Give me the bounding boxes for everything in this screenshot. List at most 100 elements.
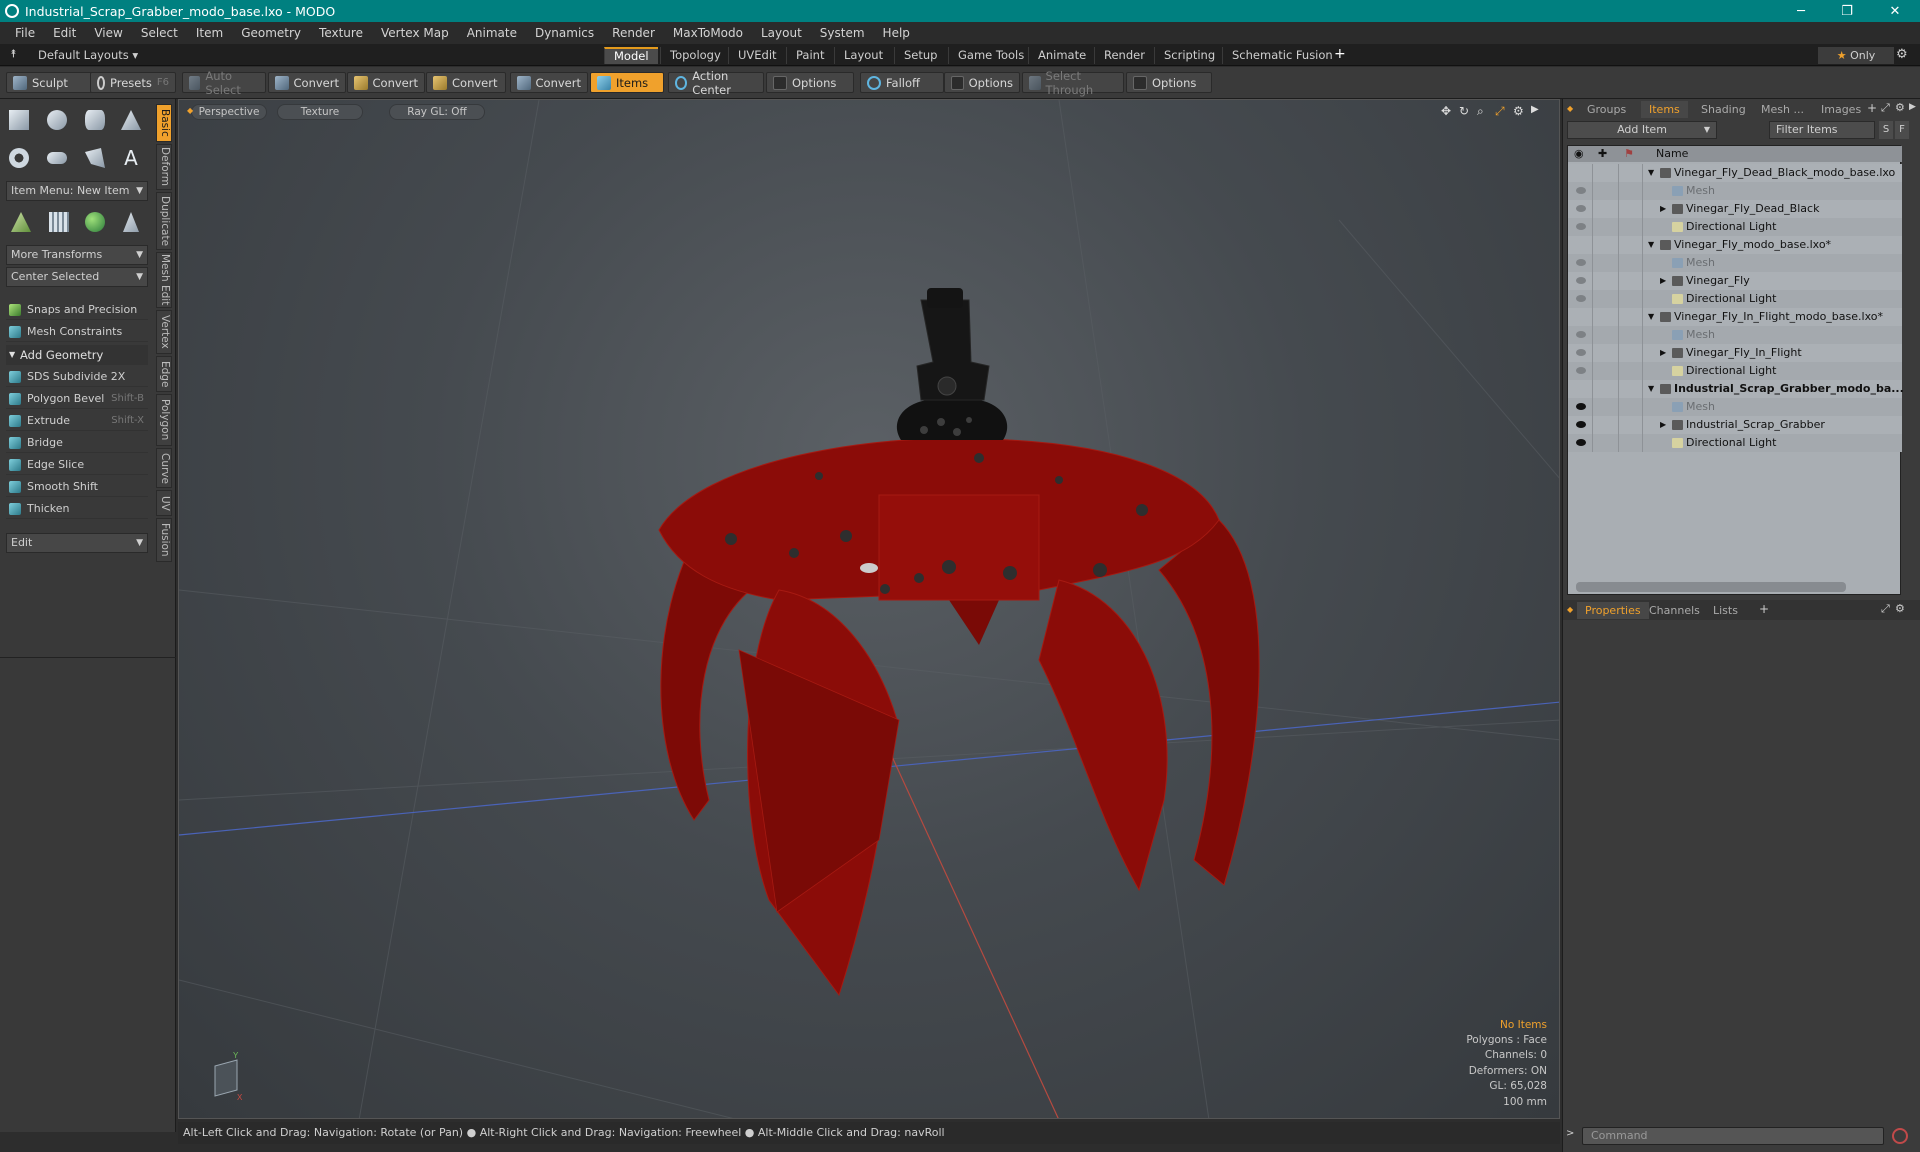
menu-geometry[interactable]: Geometry — [232, 26, 310, 40]
list-item[interactable]: ▼ Vinegar_Fly_modo_base.lxo* — [1568, 236, 1902, 254]
mesh-constraints-button[interactable]: Mesh Constraints — [6, 322, 148, 342]
select-through-options-button[interactable]: Options — [1126, 72, 1212, 93]
horizontal-scrollbar[interactable] — [1576, 582, 1846, 592]
convert-polygons-button[interactable]: Convert — [426, 72, 506, 93]
command-arrow-icon[interactable]: > — [1566, 1128, 1574, 1139]
eye-icon[interactable] — [1576, 205, 1586, 212]
eye-icon[interactable] — [1576, 349, 1586, 356]
tab-items[interactable]: Items — [1641, 101, 1688, 118]
action-center-options-button[interactable]: Options — [766, 72, 854, 93]
convert-items-button[interactable]: Convert — [510, 72, 588, 93]
expand-arrow-icon[interactable]: ▶ — [1531, 104, 1539, 115]
viewport-settings-icon[interactable]: ⚙ — [1513, 104, 1524, 118]
list-item[interactable]: Directional Light — [1568, 218, 1902, 236]
more-transforms-dropdown[interactable]: More Transforms ▼ — [6, 245, 148, 265]
expand-panel-icon[interactable]: ⤢ — [1881, 602, 1890, 616]
sds-subdivide-button[interactable]: SDS Subdivide 2X — [6, 367, 148, 387]
eye-icon[interactable] — [1576, 295, 1586, 302]
tab-groups[interactable]: Groups — [1579, 101, 1634, 118]
tab-topology[interactable]: Topology — [660, 47, 730, 64]
menu-help[interactable]: Help — [874, 26, 919, 40]
menu-layout[interactable]: Layout — [752, 26, 811, 40]
eye-icon[interactable] — [1576, 259, 1586, 266]
thicken-button[interactable]: Thicken — [6, 499, 148, 519]
light-button[interactable] — [116, 207, 146, 237]
action-center-button[interactable]: Action Center — [668, 69, 764, 97]
menu-system[interactable]: System — [811, 26, 874, 40]
image-plane-button[interactable] — [44, 207, 74, 237]
tab-scripting[interactable]: Scripting — [1154, 47, 1224, 64]
lock-column-icon[interactable]: ✚ — [1598, 146, 1607, 162]
zoom-icon[interactable]: ⌕ — [1477, 104, 1484, 119]
cone-primitive-button[interactable] — [116, 105, 146, 135]
vtab-deform[interactable]: Deform — [156, 144, 172, 190]
view-mode-button[interactable]: Perspective — [191, 104, 267, 120]
list-item[interactable]: ▶ Industrial_Scrap_Grabber — [1568, 416, 1902, 434]
eye-icon[interactable] — [1576, 421, 1586, 428]
tab-shading[interactable]: Shading — [1693, 101, 1754, 118]
eye-icon[interactable] — [1576, 403, 1586, 410]
extrude-button[interactable]: Extrude Shift-X — [6, 411, 148, 431]
presets-button[interactable]: Presets F6 — [90, 72, 176, 93]
tab-uvedit[interactable]: UVEdit — [728, 47, 786, 64]
tab-model[interactable]: Model — [604, 47, 658, 64]
add-tab-icon[interactable]: + — [1759, 602, 1769, 616]
menu-file[interactable]: File — [6, 26, 44, 40]
menu-maxtomodo[interactable]: MaxToModo — [664, 26, 752, 40]
cube-primitive-button[interactable] — [4, 105, 34, 135]
polygon-bevel-button[interactable]: Polygon Bevel Shift-B — [6, 389, 148, 409]
list-item[interactable]: Directional Light — [1568, 362, 1902, 380]
pan-icon[interactable]: ✥ — [1441, 104, 1451, 118]
bridge-button[interactable]: Bridge — [6, 433, 148, 453]
items-mode-button[interactable]: Items — [590, 72, 664, 93]
list-item[interactable]: Mesh — [1568, 182, 1902, 200]
vtab-mesh-edit[interactable]: Mesh Edit — [156, 252, 172, 308]
viewport-menu-icon[interactable]: ◆ — [187, 106, 193, 115]
visibility-column-icon[interactable]: ◉ — [1574, 146, 1584, 162]
menu-view[interactable]: View — [85, 26, 131, 40]
name-column-header[interactable]: Name — [1656, 146, 1688, 162]
filter-s-button[interactable]: S — [1879, 121, 1893, 139]
falloff-button[interactable]: Falloff — [860, 72, 944, 93]
panel-arrow-icon[interactable]: ▶ — [1909, 102, 1916, 112]
layout-toggle-icon[interactable]: ⯭ — [10, 47, 17, 61]
convert-edges-button[interactable]: Convert — [347, 72, 425, 93]
panel-menu-icon[interactable]: ◆ — [1567, 605, 1573, 614]
tab-layout[interactable]: Layout — [834, 47, 892, 64]
expand-icon[interactable]: ▶ — [1660, 200, 1666, 218]
select-through-button[interactable]: Select Through — [1022, 69, 1124, 97]
edit-dropdown[interactable]: Edit ▼ — [6, 533, 148, 553]
record-icon[interactable] — [1892, 1128, 1908, 1144]
eye-icon[interactable] — [1576, 439, 1586, 446]
snaps-precision-button[interactable]: Snaps and Precision — [6, 300, 148, 320]
maximize-viewport-icon[interactable]: ⤢ — [1495, 104, 1505, 119]
vtab-edge[interactable]: Edge — [156, 356, 172, 392]
expand-icon[interactable]: ▶ — [1660, 344, 1666, 362]
default-layouts-dropdown[interactable]: Default Layouts ▾ — [38, 48, 138, 62]
panel-gear-icon[interactable]: ⚙ — [1895, 101, 1905, 114]
expand-icon[interactable]: ▶ — [1660, 272, 1666, 290]
list-item[interactable]: ▶ Vinegar_Fly_In_Flight — [1568, 344, 1902, 362]
panel-gear-icon[interactable]: ⚙ — [1895, 602, 1905, 615]
add-tab-icon[interactable]: + — [1334, 46, 1346, 62]
torus-primitive-button[interactable] — [4, 143, 34, 173]
auto-select-button[interactable]: Auto Select — [182, 69, 266, 97]
collapse-icon[interactable]: ▼ — [1648, 164, 1654, 182]
menu-item[interactable]: Item — [187, 26, 232, 40]
cylinder-primitive-button[interactable] — [80, 105, 110, 135]
list-item[interactable]: Mesh — [1568, 398, 1902, 416]
render-column-icon[interactable]: ⚑ — [1624, 146, 1634, 162]
falloff-options-button[interactable]: Options — [944, 72, 1020, 93]
menu-render[interactable]: Render — [603, 26, 664, 40]
minimize-icon[interactable]: ─ — [1778, 0, 1824, 22]
rotate-icon[interactable]: ↻ — [1459, 104, 1469, 118]
capsule-primitive-button[interactable] — [42, 143, 72, 173]
expand-icon[interactable]: ▶ — [1660, 416, 1666, 434]
environment-button[interactable] — [80, 207, 110, 237]
3d-viewport[interactable]: Y X Perspective Texture Ray GL: Off ◆ ✥ … — [178, 99, 1560, 1119]
eye-icon[interactable] — [1576, 331, 1586, 338]
tab-render[interactable]: Render — [1094, 47, 1154, 64]
add-item-dropdown[interactable]: Add Item ▼ — [1567, 121, 1717, 139]
vtab-polygon[interactable]: Polygon — [156, 394, 172, 446]
menu-edit[interactable]: Edit — [44, 26, 85, 40]
